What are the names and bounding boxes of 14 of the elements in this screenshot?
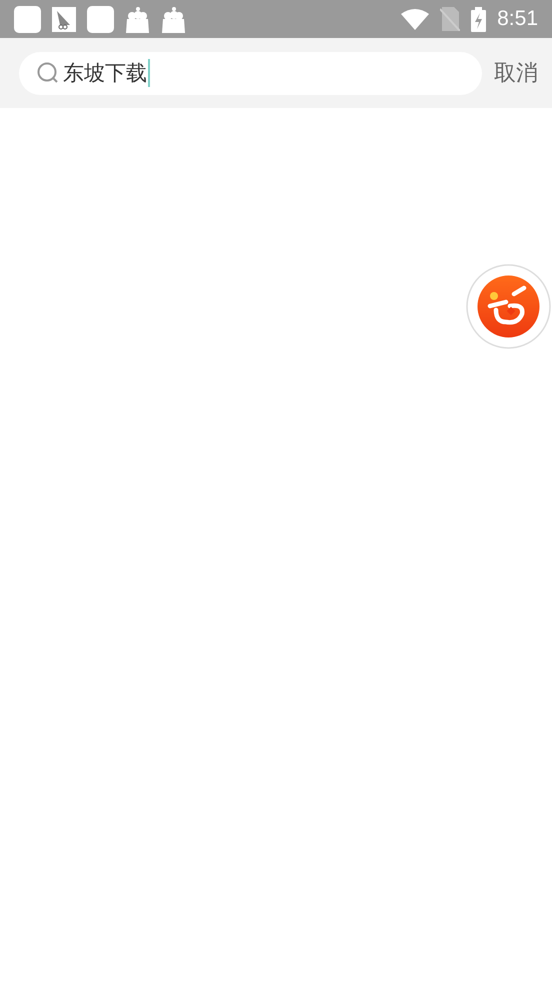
image-icon [52,6,76,32]
search-field[interactable]: 东坡下载 [19,52,482,94]
battery-icon [471,6,486,32]
cancel-button[interactable]: 取消 [494,58,538,88]
app-icon [14,6,41,32]
search-text: 东坡下载 [63,59,150,87]
floating-app-icon[interactable] [466,264,551,349]
bag-icon [161,6,186,32]
no-sim-icon [440,7,460,31]
clock-time: 8:51 [497,7,538,31]
app-icon [87,6,114,32]
wifi-icon [401,8,430,30]
bag-icon [125,6,150,32]
search-icon [37,62,59,84]
